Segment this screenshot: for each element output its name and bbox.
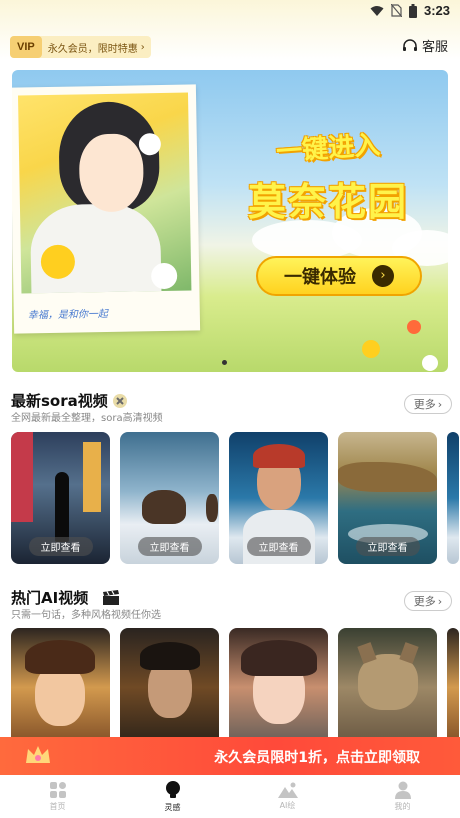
polaroid-caption: 幸福，是和你一起 [27,308,108,322]
banner-title: 一键进入 莫奈花园 [218,128,438,226]
hair-shape [241,640,317,676]
neon-sign-shape [11,432,33,522]
video-card[interactable]: 立即查看 [120,432,219,564]
chevron-right-icon: › [437,594,443,608]
tab-label: AI绘 [279,801,296,810]
mammoth-shape [206,494,218,522]
carousel-indicator [222,360,227,365]
tab-inspiration[interactable]: 灵感 [115,775,230,818]
crown-icon [26,746,50,763]
view-now-label: 立即查看 [137,537,202,556]
section-title-sora: 最新sora视频 [11,390,128,411]
headset-icon [402,38,417,51]
person-icon [394,781,411,799]
status-icons: 3:23 [370,3,450,18]
cliff-shape [338,462,437,492]
mountain-icon [277,782,298,798]
banner-cta-label: 一键体验 [284,267,356,288]
view-now-label: 立即查看 [246,537,311,556]
more-button-sora[interactable]: 更多 › [404,394,452,414]
banner-title-line2: 莫奈花园 [247,180,408,224]
chevron-right-icon: › [437,397,443,411]
vip-promo-banner[interactable]: 永久会员限时1折，点击立即领取 [0,737,460,775]
hero-banner[interactable]: 幸福，是和你一起 一键进入 莫奈花园 一键体验 › [12,70,448,372]
wifi-icon [370,5,384,16]
more-label: 更多 [413,595,436,608]
person-shape [55,472,69,542]
tab-label: 我的 [394,802,411,811]
no-sim-icon [390,4,402,17]
flower-shape [150,262,178,290]
polaroid-frame: 幸福，是和你一起 [12,84,201,334]
helmet-shape [253,444,305,468]
sparkle-icon [112,393,127,408]
tab-profile[interactable]: 我的 [345,775,460,818]
grid-icon [49,782,66,798]
service-label: 客服 [421,40,448,55]
status-time: 3:23 [423,3,450,18]
more-label: 更多 [413,398,436,411]
section-subtitle-sora: 全网最新最全整理，sora高清视频 [11,413,163,424]
bulb-icon [165,781,180,798]
video-card[interactable]: 立即查看 [11,432,110,564]
battery-icon [408,3,417,18]
hair-shape [25,640,95,674]
flower-shape [407,320,421,334]
view-now-label: 立即查看 [355,537,420,556]
banner-title-line1: 一键进入 [275,130,382,168]
mammoth-shape [142,490,186,524]
video-card[interactable]: 立即查看 [338,432,437,564]
tab-label: 灵感 [164,803,181,812]
chevron-right-icon: › [140,41,145,53]
tab-ai-draw[interactable]: AI绘 [230,775,345,818]
clapperboard-icon [103,589,120,605]
section-subtitle-hot-ai: 只需一句话，多种风格视频任你选 [11,610,161,621]
promo-text: 永久会员限时1折，点击立即领取 [214,750,420,766]
flower-shape [422,355,438,371]
chevron-right-icon: › [372,265,394,287]
vip-promo-text: 永久会员，限时特惠 [47,43,138,55]
tab-label: 首页 [49,802,66,811]
neon-sign-shape [83,442,101,512]
status-bar: 3:23 [0,0,460,24]
banner-cta-button[interactable]: 一键体验 › [256,256,422,296]
video-card-peek[interactable] [447,432,459,564]
view-now-label: 立即查看 [28,537,93,556]
vip-promo-pill[interactable]: VIP 永久会员，限时特惠 › [10,36,151,58]
video-card[interactable]: 立即查看 [229,432,328,564]
flower-shape [362,340,380,358]
hair-shape [140,642,200,670]
card-row-sora: 立即查看 立即查看 立即查看 立即查看 [11,432,459,564]
more-button-hot-ai[interactable]: 更多 › [404,591,452,611]
customer-service-button[interactable]: 客服 [402,36,448,55]
anime-girl-illustration [18,92,192,294]
section-title-text: 最新sora视频 [11,392,108,410]
section-title-hot-ai: 热门AI视频 [11,587,120,608]
bottom-tab-bar: 首页 灵感 AI绘 我的 [0,775,460,818]
tab-home[interactable]: 首页 [0,775,115,818]
vip-badge: VIP [10,36,42,58]
section-title-text: 热门AI视频 [11,589,89,607]
